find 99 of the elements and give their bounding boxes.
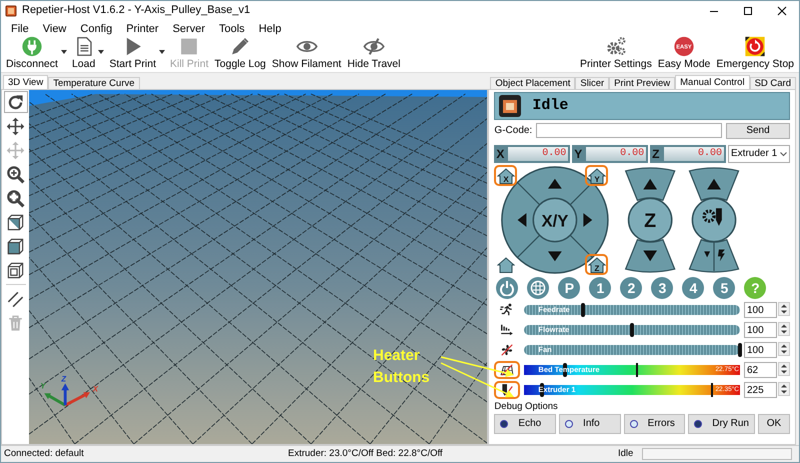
power-button[interactable]	[496, 277, 518, 299]
debug-toggle-button[interactable]: Errors	[624, 414, 686, 434]
z-center-button[interactable]: Z	[628, 198, 673, 242]
tab[interactable]: 3D View	[3, 75, 48, 89]
trash-icon	[6, 314, 25, 332]
tab[interactable]: Slicer	[575, 77, 610, 89]
gcode-label: G-Code:	[494, 124, 532, 136]
menu-item[interactable]: Tools	[212, 22, 252, 36]
quick-button[interactable]: 2	[620, 277, 642, 299]
eye-slash-icon	[362, 36, 385, 57]
axis-label: Y	[574, 146, 584, 162]
axis-label: Y	[40, 381, 46, 390]
dropdown-caret-icon[interactable]	[98, 50, 104, 54]
show-filament-button[interactable]: Show Filament	[268, 36, 344, 70]
position-value: 0.00	[664, 147, 724, 161]
rotate-view-button[interactable]	[4, 91, 28, 113]
temperature-status: Extruder: 23.0°C/Off Bed: 22.8°C/Off	[288, 448, 444, 460]
rotate-icon	[6, 92, 25, 112]
spinner-arrows-icon[interactable]	[778, 382, 790, 396]
printer-settings-button[interactable]: Printer Settings	[577, 36, 655, 70]
select-value: Extruder 1	[731, 148, 778, 160]
extruder-select[interactable]: Extruder 1	[728, 145, 790, 163]
quick-button[interactable]: P	[558, 277, 580, 299]
tab[interactable]: Manual Control	[675, 75, 750, 89]
debug-toggle-button[interactable]: Dry Run	[688, 414, 755, 434]
spinner-arrows-icon[interactable]	[778, 302, 790, 316]
menu-item[interactable]: Config	[73, 22, 120, 36]
parallel-lines-icon	[6, 290, 25, 308]
tab[interactable]: Temperature Curve	[48, 77, 140, 89]
position-value: 0.00	[586, 147, 646, 161]
axis-label: Z	[652, 146, 660, 162]
menu-item[interactable]: Help	[252, 22, 288, 36]
axis-label: X	[92, 384, 98, 394]
hide-travel-button[interactable]: Hide Travel	[344, 36, 404, 70]
extruder-jog-control[interactable]	[689, 167, 740, 273]
slider-thumb[interactable]	[738, 343, 742, 357]
cube-icon	[6, 236, 25, 256]
quick-button[interactable]: 3	[651, 277, 674, 299]
printer-logo-icon	[498, 94, 522, 118]
tab[interactable]: SD Card	[750, 77, 796, 89]
z-jog-control[interactable]	[625, 167, 676, 273]
cube-icon	[6, 260, 25, 280]
fan-grid-icon	[530, 280, 546, 296]
menu-item[interactable]: View	[36, 22, 74, 36]
disconnect-button[interactable]: Disconnect	[3, 36, 61, 70]
fan-off-button[interactable]	[527, 277, 550, 299]
spinner-arrows-icon[interactable]	[778, 362, 790, 376]
connection-status: Connected: default	[4, 448, 85, 460]
menu-item[interactable]: Printer	[119, 22, 166, 36]
window-title: Repetier-Host V1.6.2 - Y-Axis_Pulley_Base_v1	[22, 4, 250, 18]
quick-button[interactable]: 5	[713, 277, 736, 299]
ok-button[interactable]: OK	[758, 414, 790, 434]
value-input-field[interactable]: 100	[744, 342, 777, 358]
axis-label: X	[496, 146, 506, 162]
slider-thumb[interactable]	[580, 303, 585, 317]
value-input-field[interactable]: 100	[744, 302, 777, 318]
zoom-in-icon	[6, 164, 25, 184]
value-input-field[interactable]: 100	[744, 322, 777, 338]
dropdown-caret-icon[interactable]	[60, 50, 67, 54]
move-arrows-icon	[6, 140, 25, 160]
debug-toggle-button[interactable]: Info	[559, 414, 621, 434]
chevron-down-icon	[780, 152, 787, 156]
xy-center-button[interactable]: X/Y	[532, 198, 578, 242]
zoom-fit-icon	[6, 188, 25, 208]
target-temperature-thumb[interactable]	[636, 363, 638, 377]
close-icon	[777, 6, 787, 16]
menu-item[interactable]: Server	[166, 22, 212, 36]
cube-icon	[6, 212, 25, 232]
axis-label: Z	[61, 374, 66, 384]
maximize-icon	[743, 6, 753, 16]
printer-state: Idle	[618, 448, 634, 460]
value-input-field[interactable]: 225	[744, 382, 777, 398]
debug-toggle-button[interactable]: Echo	[494, 414, 556, 434]
gcode-input-field[interactable]	[536, 123, 722, 138]
slider-thumb[interactable]	[630, 323, 634, 337]
send-button[interactable]: Send	[726, 122, 790, 138]
move-arrows-icon	[6, 116, 25, 136]
debug-options-label: Debug Options	[494, 401, 559, 412]
status-text: Idle	[532, 97, 568, 115]
app-logo-icon	[5, 5, 17, 17]
value-input-field[interactable]: 62	[744, 362, 777, 378]
target-temperature-thumb[interactable]	[710, 383, 713, 397]
axis-gizmo-drawing	[44, 383, 90, 407]
tab[interactable]: Print Preview	[609, 77, 676, 89]
spinner-arrows-icon[interactable]	[778, 342, 790, 356]
menu-item[interactable]: File	[4, 22, 36, 36]
emergency-stop-button[interactable]: Emergency Stop	[713, 36, 797, 70]
load-button[interactable]: Load	[68, 36, 98, 70]
toggle-log-button[interactable]: Toggle Log	[212, 36, 269, 70]
power-icon	[499, 280, 516, 296]
gears-icon	[604, 36, 627, 57]
quick-button[interactable]: 4	[682, 277, 704, 299]
position-value: 0.00	[508, 147, 568, 161]
home-icon	[496, 256, 515, 272]
spinner-arrows-icon[interactable]	[778, 322, 790, 336]
dropdown-caret-icon[interactable]	[159, 50, 165, 54]
quick-button[interactable]: 1	[589, 277, 612, 299]
start-print-button[interactable]: Start Print	[106, 36, 159, 70]
tab[interactable]: Object Placement	[490, 77, 576, 89]
